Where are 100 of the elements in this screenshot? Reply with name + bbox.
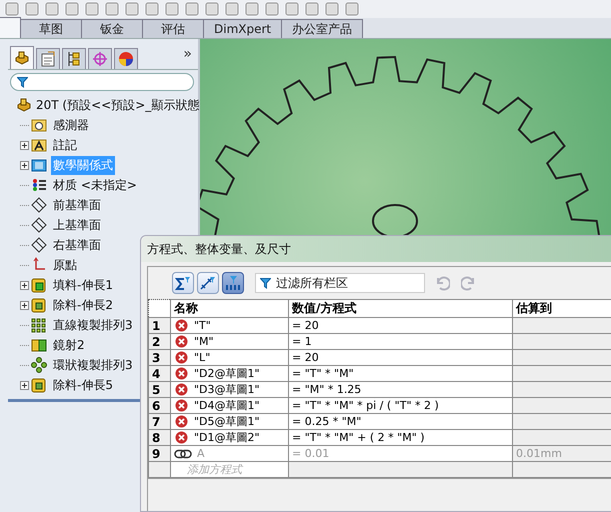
command-tab[interactable]: 草图: [20, 19, 82, 38]
tree-item[interactable]: 註記: [51, 136, 79, 154]
filter-icon: [17, 76, 28, 88]
tree-item[interactable]: 右基準面: [51, 236, 103, 254]
crosshair-icon: [92, 51, 108, 67]
link-icon: [174, 448, 192, 458]
toolbar-icon[interactable]: [184, 2, 200, 16]
toolbar-icon[interactable]: [224, 2, 240, 16]
command-tab[interactable]: [0, 17, 21, 38]
row-number: 2: [148, 334, 170, 350]
panel-tab[interactable]: [36, 48, 60, 69]
toolbar-icon[interactable]: [344, 2, 360, 16]
plane-icon: [31, 197, 47, 213]
equation-name[interactable]: "D5@草圖1": [194, 414, 260, 429]
view-filter-button[interactable]: [172, 272, 194, 294]
toolbar-icon[interactable]: [204, 2, 220, 16]
dimension-filter-icon: [199, 275, 217, 291]
mirror-icon: [31, 337, 47, 353]
part-icon: [16, 97, 32, 113]
toolbar-icon[interactable]: [104, 2, 120, 16]
tree-root-label[interactable]: 20T (預設<<預設>_顯示狀態: [36, 96, 200, 114]
equation-value[interactable]: = 20: [288, 350, 512, 366]
command-tab[interactable]: 办公室产品: [281, 19, 364, 38]
tree-item[interactable]: 除料-伸長5: [51, 376, 115, 394]
toolbar-icon[interactable]: [84, 2, 100, 16]
cut-feature-icon: [31, 377, 47, 393]
expand-icon[interactable]: [20, 380, 29, 390]
tree-item[interactable]: 鏡射2: [51, 336, 87, 354]
command-tab[interactable]: DimXpert: [203, 19, 282, 38]
equation-value[interactable]: = "T" * "M" * pi / ( "T" * 2 ): [288, 398, 512, 414]
column-header: 估算到: [512, 300, 611, 318]
equation-value[interactable]: = "T" * "M" + ( 2 * "M" ): [288, 430, 512, 446]
equations-folder-icon: [31, 157, 47, 173]
equation-name[interactable]: "M": [194, 335, 214, 348]
evaluated-value: 0.01mm: [512, 446, 611, 462]
toolbar-icon[interactable]: [304, 2, 320, 16]
expand-icon[interactable]: [20, 300, 29, 310]
more-tabs-button[interactable]: »: [183, 46, 192, 62]
tree-item[interactable]: 直線複製排列3: [51, 316, 135, 334]
toolbar-icon[interactable]: [284, 2, 300, 16]
configuration-icon: [66, 51, 82, 67]
expand-icon[interactable]: [20, 140, 29, 150]
tree-filter-field[interactable]: [10, 73, 194, 91]
toolbar-icon[interactable]: [24, 2, 40, 16]
tree-item[interactable]: 材质 <未指定>: [51, 176, 139, 194]
equation-value[interactable]: = "T" * "M": [288, 366, 512, 382]
equation-value[interactable]: = "M" * 1.25: [288, 382, 512, 398]
expand-icon[interactable]: [20, 280, 29, 290]
equation-name[interactable]: "D4@草圖1": [194, 398, 260, 413]
toolbar-icon[interactable]: [124, 2, 140, 16]
column-header: 数值/方程式: [288, 300, 512, 318]
expand-icon[interactable]: [20, 160, 29, 170]
toolbar-icon[interactable]: [64, 2, 80, 16]
row-number: 8: [148, 430, 170, 446]
row-number: 9: [148, 446, 170, 462]
equation-name[interactable]: "T": [194, 319, 211, 332]
tree-item[interactable]: 除料-伸長2: [51, 296, 115, 314]
toolbar-icon[interactable]: [264, 2, 280, 16]
sum-filter-icon: [174, 275, 192, 291]
equation-value[interactable]: = 0.25 * "M": [288, 414, 512, 430]
dialog-title: 方程式、整体变量、及尺寸: [141, 236, 611, 262]
toolbar-icon[interactable]: [324, 2, 340, 16]
equation-name[interactable]: "L": [194, 351, 210, 364]
equation-value[interactable]: = 1: [288, 334, 512, 350]
material-icon: [31, 177, 47, 193]
toolbar-icon[interactable]: [244, 2, 260, 16]
ordered-filter-icon: [224, 275, 242, 291]
plane-icon: [31, 237, 47, 253]
equation-name[interactable]: "D2@草圖1": [194, 366, 260, 381]
command-tab[interactable]: 评估: [142, 19, 204, 38]
undo-icon: [434, 275, 450, 291]
view-filter-button[interactable]: [222, 272, 244, 294]
part-icon: [14, 50, 30, 66]
toolbar-icon[interactable]: [144, 2, 160, 16]
color-ball-icon: [118, 51, 134, 67]
toolbar-icon[interactable]: [4, 2, 20, 16]
row-number: 7: [148, 414, 170, 430]
tree-item[interactable]: 原點: [51, 256, 79, 274]
panel-tab[interactable]: [114, 48, 138, 69]
row-number: 4: [148, 366, 170, 382]
property-sheet-icon: [40, 51, 56, 67]
toolbar-icon[interactable]: [44, 2, 60, 16]
command-tab[interactable]: 钣金: [81, 19, 143, 38]
redo-icon: [461, 275, 477, 291]
filter-field[interactable]: 过滤所有栏区: [255, 273, 425, 293]
panel-tab[interactable]: [10, 46, 34, 69]
tree-item[interactable]: 感測器: [51, 116, 91, 134]
view-filter-button[interactable]: [197, 272, 219, 294]
tree-item[interactable]: 填料-伸長1: [51, 276, 115, 294]
equation-name[interactable]: "D3@草圖1": [194, 382, 260, 397]
extrude-feature-icon: [31, 277, 47, 293]
circular-pattern-icon: [31, 357, 47, 373]
tree-item[interactable]: 上基準面: [51, 216, 103, 234]
annotation-folder-icon: [31, 137, 47, 153]
tree-item[interactable]: 環狀複製排列3: [51, 356, 135, 374]
equation-value[interactable]: = 20: [288, 318, 512, 334]
equation-name[interactable]: "D1@草圖2": [194, 430, 260, 445]
tree-item[interactable]: 前基準面: [51, 196, 103, 214]
panel-tab[interactable]: [62, 48, 86, 69]
toolbar-icon[interactable]: [164, 2, 180, 16]
